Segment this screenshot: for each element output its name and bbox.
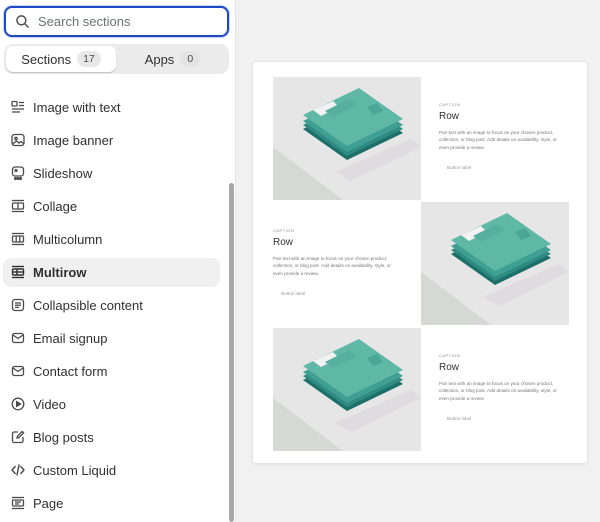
tab-apps-label: Apps <box>144 51 175 67</box>
tab-switcher: Sections 17 Apps 0 <box>4 44 229 74</box>
row-description: Pair text with an image to focus on your… <box>439 381 557 401</box>
section-item-collapsible-content[interactable]: Collapsible content <box>3 291 220 320</box>
row-caption: Caption <box>439 353 461 358</box>
section-item-label: Contact form <box>33 364 108 379</box>
shirt-stack-illustration <box>421 213 569 325</box>
tab-apps[interactable]: Apps 0 <box>118 46 227 72</box>
section-item-multicolumn[interactable]: Multicolumn <box>3 225 220 254</box>
section-item-custom-liquid[interactable]: Custom Liquid <box>3 456 220 485</box>
section-item-label: Blog posts <box>33 430 94 445</box>
collage-icon <box>11 199 25 213</box>
row-2-image <box>421 202 569 325</box>
collapsible-content-icon <box>11 298 25 312</box>
section-item-contact-form[interactable]: Contact form <box>3 357 220 386</box>
section-item-label: Image with text <box>33 100 121 115</box>
row-2-text: Caption Row Pair text with an image to f… <box>273 228 413 296</box>
section-item-label: Custom Liquid <box>33 463 117 478</box>
tab-sections-label: Sections <box>21 51 72 67</box>
section-item-blog-posts[interactable]: Blog posts <box>3 423 220 452</box>
section-item-image-banner[interactable]: Image banner <box>3 126 220 155</box>
page-icon <box>11 496 25 510</box>
email-icon <box>11 365 25 377</box>
shirt-stack-illustration <box>273 339 421 451</box>
play-icon <box>11 397 25 411</box>
row-button[interactable]: Button label <box>281 291 413 296</box>
blog-icon <box>11 430 25 444</box>
shirt-stack-illustration <box>273 88 421 200</box>
section-item-label: Collage <box>33 199 78 214</box>
slideshow-icon <box>11 166 25 180</box>
row-caption: Caption <box>273 228 295 233</box>
section-item-label: Multicolumn <box>33 232 103 247</box>
section-item-image-with-text[interactable]: Image with text <box>3 93 220 122</box>
section-item-page[interactable]: Page <box>3 489 220 518</box>
sections-panel: Sections 17 Apps 0 Image with text Image <box>0 0 236 522</box>
row-3-image <box>273 328 421 451</box>
tab-sections-count: 17 <box>77 51 101 67</box>
tab-sections[interactable]: Sections 17 <box>6 46 116 72</box>
section-item-label: Collapsible content <box>33 298 143 313</box>
row-title: Row <box>439 111 460 122</box>
section-item-label: Slideshow <box>33 166 93 181</box>
multicolumn-icon <box>11 232 25 246</box>
code-icon <box>11 464 25 476</box>
tab-apps-count: 0 <box>180 51 201 67</box>
search-input[interactable] <box>38 11 223 32</box>
section-list-scrollbar[interactable] <box>229 183 234 522</box>
section-item-collage[interactable]: Collage <box>3 192 220 221</box>
section-item-multirow[interactable]: Multirow <box>3 258 220 287</box>
row-description: Pair text with an image to focus on your… <box>273 256 391 276</box>
row-3-text: Caption Row Pair text with an image to f… <box>439 353 579 421</box>
image-with-text-icon <box>11 100 24 113</box>
image-banner-icon <box>11 133 25 147</box>
section-item-video[interactable]: Video <box>3 390 220 419</box>
section-item-label: Multirow <box>33 265 87 280</box>
row-title: Row <box>273 237 294 248</box>
search-icon <box>16 15 29 28</box>
email-icon <box>11 332 25 344</box>
row-title: Row <box>439 362 460 373</box>
section-item-slideshow[interactable]: Slideshow <box>3 159 220 188</box>
row-caption: Caption <box>439 102 461 107</box>
section-item-label: Video <box>33 397 67 412</box>
row-button[interactable]: Button label <box>447 416 579 421</box>
multirow-preview: Caption Row Pair text with an image to f… <box>252 61 588 464</box>
search-field[interactable] <box>4 6 229 37</box>
row-1-text: Caption Row Pair text with an image to f… <box>439 102 579 170</box>
section-item-label: Email signup <box>33 331 108 346</box>
section-item-label: Page <box>33 496 64 511</box>
row-description: Pair text with an image to focus on your… <box>439 130 557 150</box>
row-button[interactable]: Button label <box>447 165 579 170</box>
section-item-label: Image banner <box>33 133 114 148</box>
row-1-image <box>273 77 421 200</box>
section-item-email-signup[interactable]: Email signup <box>3 324 220 353</box>
multirow-icon <box>11 265 25 279</box>
